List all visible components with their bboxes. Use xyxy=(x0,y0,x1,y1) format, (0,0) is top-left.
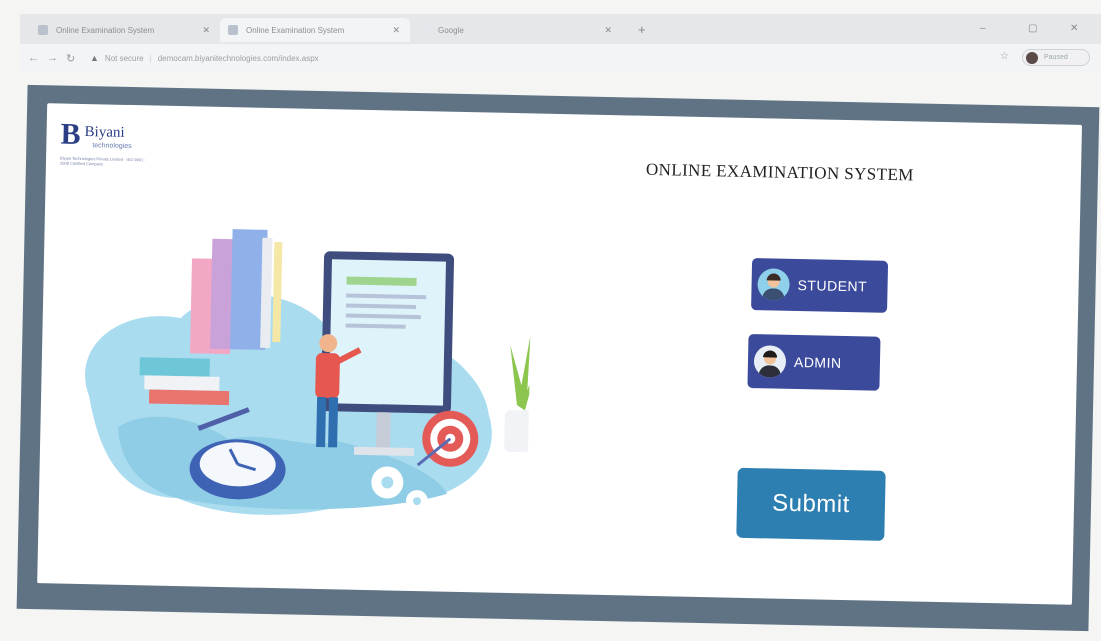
tab-title: Online Examination System xyxy=(246,25,345,35)
warning-icon: ▲ xyxy=(90,53,99,63)
student-button-label: STUDENT xyxy=(797,277,868,295)
divider: | xyxy=(149,53,152,63)
page-frame: B Biyani technologies Biyani Technologie… xyxy=(16,84,1100,632)
url-text: democam.biyanitechnologies.com/index.asp… xyxy=(157,53,319,63)
favicon-icon xyxy=(38,25,48,35)
tab-title: Online Examination System xyxy=(56,25,155,35)
plant-icon xyxy=(504,335,534,453)
student-avatar-icon xyxy=(757,268,790,301)
logo-fineprint: Biyani Technologies Private Limited · IS… xyxy=(59,155,146,167)
tab-google[interactable]: Google ✕ xyxy=(412,18,622,42)
admin-avatar-icon xyxy=(753,345,787,378)
close-icon[interactable]: ✕ xyxy=(202,25,210,36)
new-tab-icon[interactable]: + xyxy=(638,22,646,37)
minimize-icon[interactable]: – xyxy=(980,23,986,34)
logo-brand: Biyani xyxy=(84,124,125,141)
exam-illustration xyxy=(85,229,534,515)
books-stack-icon xyxy=(190,229,283,355)
profile-label: Paused xyxy=(1044,54,1068,61)
page-content: B Biyani technologies Biyani Technologie… xyxy=(37,103,1082,605)
avatar xyxy=(1026,51,1038,64)
admin-button-label: ADMIN xyxy=(793,353,842,371)
tab-title: Google xyxy=(438,25,464,35)
logo-sub: technologies xyxy=(92,142,132,151)
window-close-icon[interactable]: ✕ xyxy=(1070,23,1078,34)
favicon-icon xyxy=(228,25,238,35)
student-button[interactable]: STUDENT xyxy=(751,258,889,313)
reload-icon[interactable]: ↻ xyxy=(66,52,75,65)
maximize-icon[interactable]: ▢ xyxy=(1028,23,1037,34)
tab-online-exam-1[interactable]: Online Examination System ✕ xyxy=(30,18,220,42)
admin-button[interactable]: ADMIN xyxy=(747,333,881,391)
close-icon[interactable]: ✕ xyxy=(392,25,400,36)
submit-button[interactable]: Submit xyxy=(736,467,886,541)
google-icon xyxy=(420,25,430,35)
biyani-logo: B Biyani technologies Biyani Technologie… xyxy=(60,118,171,176)
browser-window: Online Examination System ✕ Online Exami… xyxy=(0,0,1101,641)
close-icon[interactable]: ✕ xyxy=(604,25,612,36)
tab-strip: Online Examination System ✕ Online Exami… xyxy=(20,14,1101,44)
page-title: ONLINE EXAMINATION SYSTEM xyxy=(645,159,914,185)
bookmark-star-icon[interactable]: ☆ xyxy=(1000,51,1009,62)
tab-online-exam-2[interactable]: Online Examination System ✕ xyxy=(220,18,410,42)
back-icon[interactable]: ← xyxy=(28,52,39,64)
forward-icon[interactable]: → xyxy=(47,52,58,64)
profile-button[interactable]: Paused xyxy=(1022,49,1090,66)
toolbar: ← → ↻ ▲ Not secure | democam.biyanitechn… xyxy=(20,44,1101,72)
logo-mark-icon: B xyxy=(60,117,81,151)
security-label: Not secure xyxy=(104,53,144,63)
address-bar[interactable]: ▲ Not secure | democam.biyanitechnologie… xyxy=(90,48,970,68)
